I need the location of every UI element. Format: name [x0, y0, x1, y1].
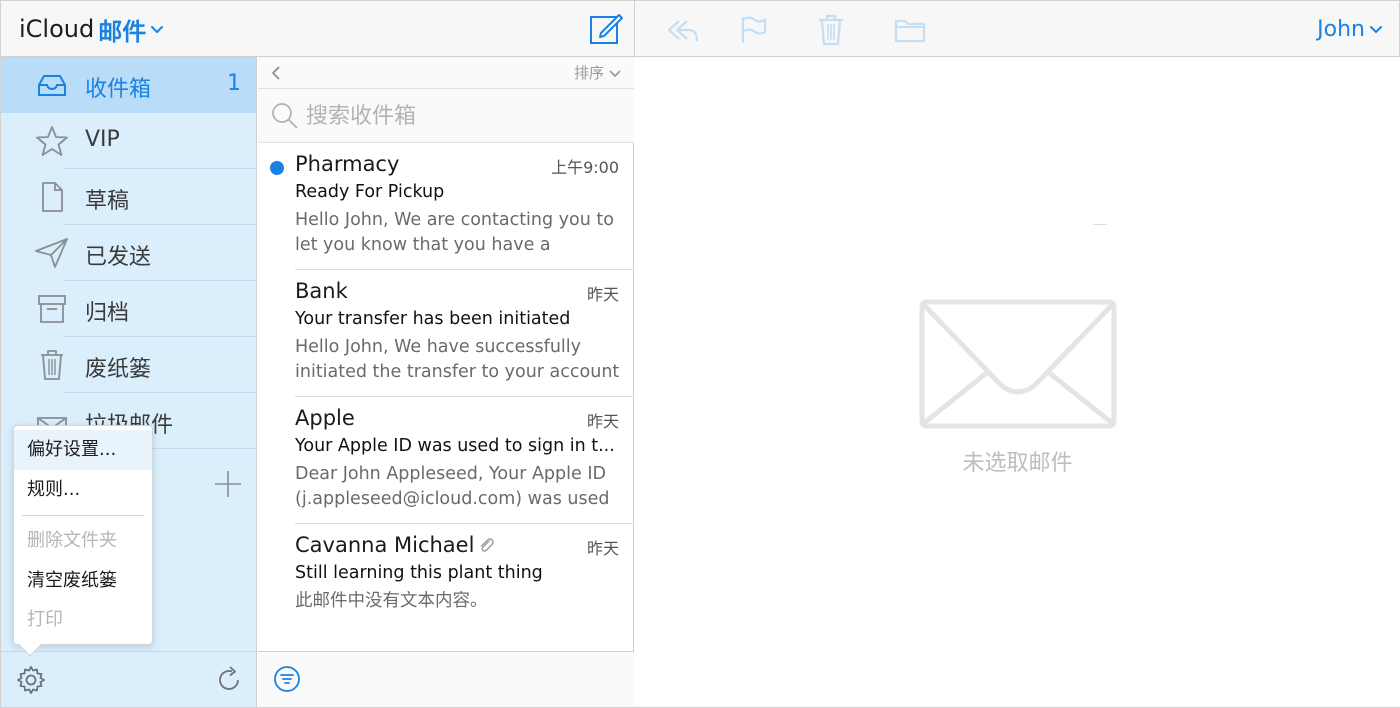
toolbar-divider — [634, 1, 635, 57]
trash-icon — [41, 350, 63, 380]
sender-name: Bank — [295, 279, 348, 303]
search-icon — [272, 103, 298, 129]
brand-icloud: iCloud — [19, 15, 95, 43]
inbox-icon — [38, 75, 66, 96]
sidebar-item-label: 草稿 — [85, 189, 130, 214]
menu-item-delete-folder: 删除文件夹 — [27, 530, 117, 551]
message-sender: Cavanna Michael — [295, 533, 495, 557]
sidebar-item-archive[interactable]: 归档 — [1, 281, 256, 337]
trash-icon[interactable] — [814, 13, 848, 47]
menu-item-preferences[interactable]: 偏好设置... — [14, 430, 152, 470]
no-message-selected-label: 未选取邮件 — [962, 451, 1073, 476]
sidebar-item-label: VIP — [85, 127, 120, 152]
menu-item-rules[interactable]: 规则... — [14, 470, 152, 510]
message-row-bank[interactable]: Bank 昨天 Your transfer has been initiated… — [258, 270, 634, 397]
envelope-icon — [919, 299, 1117, 429]
gear-icon[interactable] — [15, 664, 47, 696]
message-list-header: 排序 — [258, 57, 634, 89]
message-subject: Your Apple ID was used to sign in t... — [295, 436, 615, 456]
message-preview: Dear John Appleseed, Your Apple ID (j.ap… — [295, 464, 610, 509]
sidebar-item-label: 归档 — [85, 301, 130, 326]
sidebar-item-inbox[interactable]: 收件箱 1 — [1, 57, 256, 113]
filter-icon[interactable] — [272, 664, 302, 694]
message-time: 昨天 — [586, 285, 619, 304]
mail-window: iCloud 邮件 John 收件箱 1 VIP 草稿 已发送 归档 废纸篓 偏… — [0, 0, 1400, 708]
message-sender: Apple — [295, 406, 355, 430]
reply-icon[interactable] — [665, 13, 699, 47]
sidebar-item-drafts[interactable]: 草稿 — [1, 169, 256, 225]
sender-name: Pharmacy — [295, 152, 400, 176]
sort-button[interactable]: 排序 — [574, 62, 622, 83]
menu-item-print: 打印 — [27, 609, 63, 630]
message-row-apple[interactable]: Apple 昨天 Your Apple ID was used to sign … — [258, 397, 634, 524]
search-bar — [258, 89, 634, 143]
message-preview: Hello John, We are contacting you to let… — [295, 210, 614, 255]
paperclip-icon — [481, 538, 495, 552]
archive-box-icon — [38, 295, 66, 323]
message-time: 上午9:00 — [551, 158, 619, 177]
message-row-cavanna[interactable]: Cavanna Michael 昨天 Still learning this p… — [258, 524, 634, 651]
unread-count-badge: 1 — [227, 71, 241, 96]
app-switcher[interactable]: iCloud 邮件 — [19, 13, 164, 46]
message-time: 昨天 — [586, 539, 619, 558]
folder-icon[interactable] — [893, 13, 927, 47]
sidebar-item-label: 已发送 — [85, 245, 152, 270]
menu-item-empty-trash[interactable]: 清空废纸篓 — [14, 561, 152, 601]
sender-name: Apple — [295, 406, 355, 430]
message-subject: Ready For Pickup — [295, 182, 445, 202]
message-subject: Still learning this plant thing — [295, 563, 543, 583]
brand-mail: 邮件 — [98, 17, 147, 46]
divider — [1093, 224, 1107, 225]
unread-dot — [270, 161, 284, 175]
reading-pane: 未选取邮件 — [635, 57, 1400, 707]
add-folder-icon[interactable] — [213, 469, 243, 499]
message-preview: Hello John, We have successfully initiat… — [295, 337, 620, 382]
compose-icon[interactable] — [587, 9, 625, 47]
user-menu[interactable]: John — [1317, 13, 1383, 45]
sidebar-item-vip[interactable]: VIP — [1, 113, 256, 169]
message-sender: Bank — [295, 279, 348, 303]
sort-label: 排序 — [573, 64, 604, 82]
top-toolbar: iCloud 邮件 John — [1, 1, 1399, 57]
message-time: 昨天 — [586, 412, 619, 431]
sidebar-item-trash[interactable]: 废纸篓 — [1, 337, 256, 393]
user-name: John — [1317, 16, 1365, 42]
chevron-down-icon — [1370, 26, 1382, 33]
chevron-left-icon[interactable] — [264, 61, 288, 85]
message-list: 排序 Pharmacy 上午9:00 Ready For Pickup Hell… — [258, 57, 634, 707]
chevron-down-icon — [609, 69, 621, 77]
sidebar-item-label: 收件箱 — [85, 77, 152, 102]
star-icon — [36, 126, 68, 156]
message-preview: 此邮件中没有文本内容。 — [295, 591, 488, 611]
menu-divider — [22, 515, 144, 516]
sidebar-footer — [1, 651, 256, 707]
paper-plane-icon — [35, 238, 68, 268]
message-row-pharmacy[interactable]: Pharmacy 上午9:00 Ready For Pickup Hello J… — [258, 143, 634, 270]
sidebar-item-sent[interactable]: 已发送 — [1, 225, 256, 281]
settings-menu: 偏好设置... 规则... 删除文件夹 清空废纸篓 打印 — [13, 425, 153, 657]
message-subject: Your transfer has been initiated — [295, 309, 571, 329]
sender-name: Cavanna Michael — [295, 533, 475, 557]
flag-icon[interactable] — [737, 13, 771, 47]
message-list-footer — [258, 651, 634, 707]
document-icon — [42, 182, 63, 212]
chevron-down-icon — [151, 26, 164, 33]
message-sender: Pharmacy — [295, 152, 399, 176]
search-input[interactable] — [306, 99, 616, 133]
sidebar-item-label: 废纸篓 — [85, 357, 152, 382]
refresh-icon[interactable] — [213, 664, 245, 696]
